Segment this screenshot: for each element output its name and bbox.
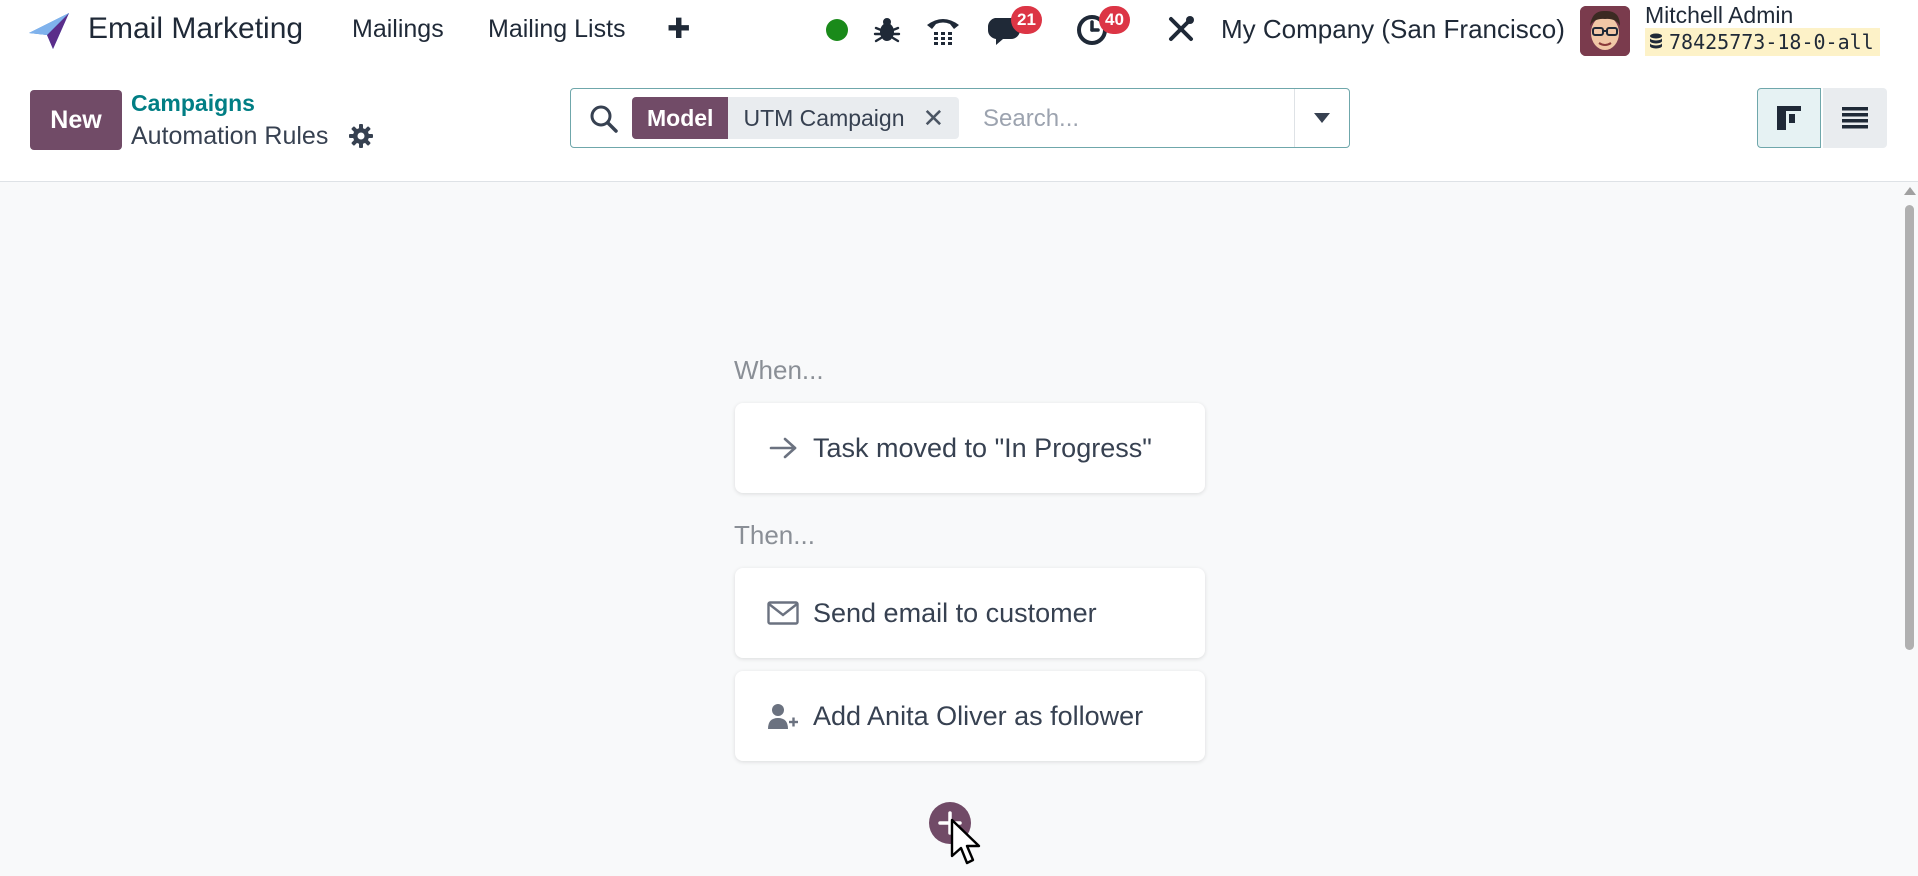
new-button[interactable]: New bbox=[30, 90, 122, 150]
search-input[interactable] bbox=[981, 99, 1285, 139]
debug-bug-icon[interactable] bbox=[872, 15, 902, 45]
action-card-send-email[interactable]: Send email to customer bbox=[735, 568, 1205, 658]
user-avatar[interactable] bbox=[1580, 6, 1630, 56]
messages-count-badge: 21 bbox=[1011, 6, 1042, 34]
search-bar: Model UTM Campaign ✕ bbox=[570, 88, 1350, 148]
automation-rule-view: When... Task moved to "In Progress" Then… bbox=[0, 183, 1918, 876]
control-panel: New Campaigns Automation Rules Model UTM… bbox=[0, 60, 1918, 182]
menu-mailings[interactable]: Mailings bbox=[352, 15, 444, 44]
then-label: Then... bbox=[734, 520, 815, 550]
kanban-view-button[interactable] bbox=[1757, 88, 1821, 148]
presence-status-icon[interactable] bbox=[825, 18, 849, 42]
gear-icon[interactable] bbox=[348, 123, 374, 149]
database-badge: 78425773-18-0-all bbox=[1645, 28, 1880, 56]
when-label: When... bbox=[734, 355, 824, 385]
facet-value-wrapper: UTM Campaign ✕ bbox=[728, 97, 960, 139]
database-icon bbox=[1650, 33, 1662, 49]
settings-tools-icon[interactable] bbox=[1165, 13, 1197, 45]
envelope-icon bbox=[765, 598, 801, 628]
page-title: Automation Rules bbox=[131, 122, 329, 150]
search-icon[interactable] bbox=[589, 104, 619, 134]
action-text: Send email to customer bbox=[813, 597, 1097, 628]
facet-value: UTM Campaign bbox=[743, 104, 905, 131]
database-name: 78425773-18-0-all bbox=[1669, 30, 1874, 54]
caret-down-icon bbox=[1314, 113, 1330, 123]
list-view-icon bbox=[1842, 107, 1868, 129]
search-options-toggle[interactable] bbox=[1294, 89, 1349, 147]
top-navbar: Email Marketing Mailings Mailing Lists ✚ bbox=[0, 0, 1918, 60]
action-card-add-follower[interactable]: Add Anita Oliver as follower bbox=[735, 671, 1205, 761]
scrollbar-thumb[interactable] bbox=[1905, 205, 1914, 650]
company-switcher[interactable]: My Company (San Francisco) bbox=[1221, 14, 1565, 45]
breadcrumb-campaigns[interactable]: Campaigns bbox=[131, 90, 255, 117]
user-plus-icon bbox=[765, 701, 801, 731]
activities-count-badge: 40 bbox=[1099, 6, 1130, 34]
kanban-view-icon bbox=[1777, 106, 1801, 130]
add-menu-icon[interactable]: ✚ bbox=[667, 12, 690, 45]
scroll-up-arrow-icon[interactable] bbox=[1904, 187, 1916, 195]
email-marketing-logo-icon[interactable] bbox=[27, 11, 71, 51]
app-name[interactable]: Email Marketing bbox=[88, 12, 303, 46]
arrow-right-icon bbox=[765, 433, 801, 463]
phone-icon[interactable] bbox=[924, 12, 962, 48]
list-view-button[interactable] bbox=[1823, 88, 1887, 148]
add-action-button[interactable] bbox=[929, 802, 971, 844]
action-text: Add Anita Oliver as follower bbox=[813, 700, 1144, 731]
search-facet-model: Model UTM Campaign ✕ bbox=[632, 97, 960, 139]
facet-label: Model bbox=[632, 97, 729, 139]
user-name[interactable]: Mitchell Admin bbox=[1645, 2, 1793, 29]
trigger-text: Task moved to "In Progress" bbox=[813, 432, 1152, 463]
menu-mailing-lists[interactable]: Mailing Lists bbox=[488, 15, 626, 44]
plus-icon bbox=[938, 811, 962, 835]
trigger-card[interactable]: Task moved to "In Progress" bbox=[735, 403, 1205, 493]
vertical-scrollbar[interactable] bbox=[1900, 183, 1918, 876]
facet-remove-icon[interactable]: ✕ bbox=[923, 103, 945, 134]
